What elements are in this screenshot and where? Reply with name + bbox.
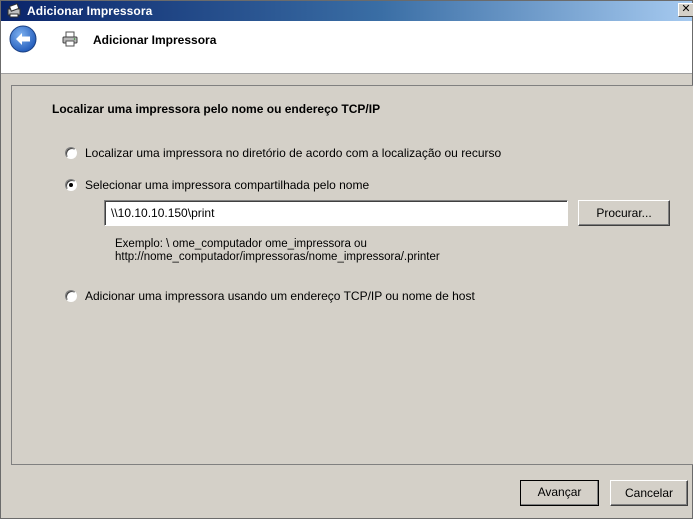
radio-add-tcpip[interactable]: Adicionar uma impressora usando um ender…: [65, 289, 545, 305]
section-title: Localizar uma impressora pelo nome ou en…: [52, 102, 381, 116]
radio-select-shared-by-name[interactable]: Selecionar uma impressora compartilhada …: [65, 178, 425, 194]
footer-divider: [11, 464, 693, 465]
wizard-content: [11, 85, 693, 464]
radio-label: Localizar uma impressora no diretório de…: [85, 146, 502, 160]
radio-selected-dot: [69, 183, 73, 187]
radio-label: Selecionar uma impressora compartilhada …: [85, 178, 370, 192]
page-title: Adicionar Impressora: [93, 33, 217, 47]
add-printer-window: Adicionar Impressora ✕ Adicionar Impress…: [0, 0, 693, 519]
radio-button[interactable]: [65, 290, 77, 302]
browse-button[interactable]: Procurar...: [578, 200, 670, 226]
back-arrow-icon[interactable]: [9, 25, 37, 53]
radio-button[interactable]: [65, 179, 77, 191]
title-bar[interactable]: Adicionar Impressora ✕: [1, 1, 693, 21]
printer-icon: [7, 3, 21, 18]
close-button[interactable]: ✕: [678, 3, 693, 17]
radio-label: Adicionar uma impressora usando um ender…: [85, 289, 475, 303]
example-text: Exemplo: \ ome_computador ome_impressora…: [115, 238, 440, 264]
example-line-2: http://nome_computador/impressoras/nome_…: [115, 251, 440, 263]
next-button[interactable]: Avançar: [520, 480, 599, 506]
cancel-button[interactable]: Cancelar: [610, 480, 688, 506]
printer-icon: [62, 31, 78, 47]
example-line-1: Exemplo: \ ome_computador ome_impressora…: [115, 238, 367, 250]
printer-path-input[interactable]: [104, 200, 568, 226]
radio-button[interactable]: [65, 147, 77, 159]
window-title: Adicionar Impressora: [27, 4, 153, 18]
wizard-header: Adicionar Impressora: [1, 21, 692, 74]
radio-find-in-directory[interactable]: Localizar uma impressora no diretório de…: [65, 146, 585, 162]
close-icon: ✕: [681, 3, 691, 15]
